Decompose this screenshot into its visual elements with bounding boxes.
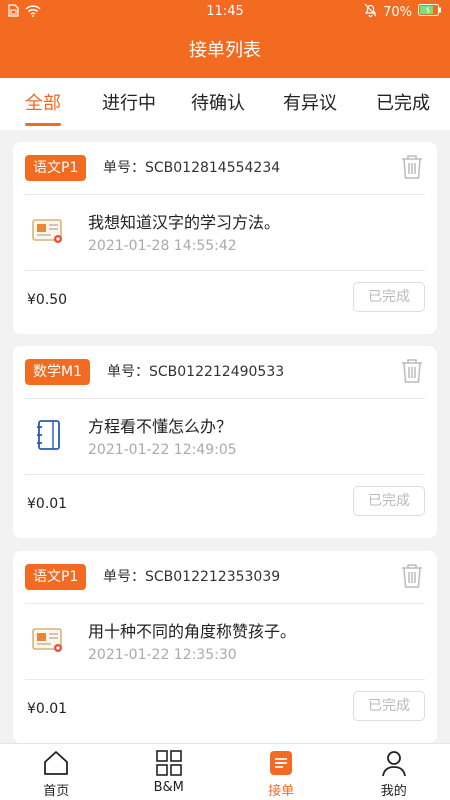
divider <box>25 603 425 604</box>
status-button[interactable]: 已完成 <box>353 691 425 721</box>
order-title: 方程看不懂怎么办？ <box>88 417 233 436</box>
app-header: 11:45 70% 接单列表 <box>0 0 450 78</box>
divider <box>25 398 425 399</box>
status-button[interactable]: 已完成 <box>353 282 425 312</box>
order-card[interactable]: 语文P1 单号：SCB012814554234 我想知道汉字的学习方法。 202… <box>13 142 437 334</box>
subject-badge: 语文P1 <box>25 155 87 181</box>
order-title: 用十种不同的角度称赞孩子。 <box>88 622 297 641</box>
order-title: 我想知道汉字的学习方法。 <box>88 213 281 232</box>
order-number: 单号：SCB012212353039 <box>103 569 281 585</box>
nav-me[interactable]: 我的 <box>338 744 450 800</box>
tab-completed[interactable]: 已完成 <box>356 78 450 130</box>
divider <box>25 194 425 195</box>
bottom-nav: 首页 B&M 接单 我的 <box>0 743 450 800</box>
grid-icon <box>155 749 183 777</box>
order-price: ¥0.01 <box>27 701 68 717</box>
nav-home[interactable]: 首页 <box>0 744 113 800</box>
tab-disputed[interactable]: 有异议 <box>264 78 356 130</box>
battery-percent: 70% <box>383 4 412 20</box>
nav-orders[interactable]: 接单 <box>225 744 338 800</box>
tab-label: 待确认 <box>191 93 245 114</box>
order-time: 2021-01-22 12:49:05 <box>88 442 237 458</box>
trash-icon[interactable] <box>401 563 423 589</box>
battery-icon <box>418 4 442 20</box>
order-time: 2021-01-22 12:35:30 <box>88 647 237 663</box>
order-number: 单号：SCB012814554234 <box>103 160 281 176</box>
status-bar: 11:45 70% <box>0 0 450 24</box>
divider <box>25 270 425 271</box>
active-tab-indicator <box>25 123 61 126</box>
certificate-icon <box>31 623 65 657</box>
trash-icon[interactable] <box>401 154 423 180</box>
tab-label: 进行中 <box>102 93 156 114</box>
person-icon <box>380 749 408 777</box>
subject-badge: 语文P1 <box>25 564 87 590</box>
order-list: 语文P1 单号：SCB012814554234 我想知道汉字的学习方法。 202… <box>0 130 450 743</box>
tab-all[interactable]: 全部 <box>0 78 86 130</box>
order-list-icon <box>267 749 295 777</box>
trash-icon[interactable] <box>401 358 423 384</box>
certificate-icon <box>31 214 65 248</box>
order-number: 单号：SCB012212490533 <box>107 364 285 380</box>
bell-off-icon <box>364 3 377 21</box>
tab-label: 有异议 <box>283 93 337 114</box>
nav-label: B&M <box>153 780 184 795</box>
notebook-icon <box>31 418 65 452</box>
nav-bm[interactable]: B&M <box>113 744 226 800</box>
tab-label: 已完成 <box>376 93 430 114</box>
status-button[interactable]: 已完成 <box>353 486 425 516</box>
page-title: 接单列表 <box>189 40 261 61</box>
order-time: 2021-01-28 14:55:42 <box>88 238 237 254</box>
subject-badge: 数学M1 <box>25 359 90 385</box>
tab-in-progress[interactable]: 进行中 <box>86 78 172 130</box>
nav-label: 接单 <box>268 784 295 799</box>
nav-label: 我的 <box>380 784 407 799</box>
home-icon <box>42 749 70 777</box>
nav-label: 首页 <box>43 784 70 799</box>
filter-tabs: 全部 进行中 待确认 有异议 已完成 <box>0 78 450 130</box>
tab-label: 全部 <box>25 93 61 114</box>
divider <box>25 474 425 475</box>
order-price: ¥0.50 <box>27 292 68 308</box>
order-card[interactable]: 语文P1 单号：SCB012212353039 用十种不同的角度称赞孩子。 20… <box>13 551 437 743</box>
tab-pending-confirm[interactable]: 待确认 <box>172 78 264 130</box>
order-price: ¥0.01 <box>27 496 68 512</box>
order-card[interactable]: 数学M1 单号：SCB012212490533 方程看不懂怎么办？ 2021-0… <box>13 346 437 538</box>
divider <box>25 679 425 680</box>
